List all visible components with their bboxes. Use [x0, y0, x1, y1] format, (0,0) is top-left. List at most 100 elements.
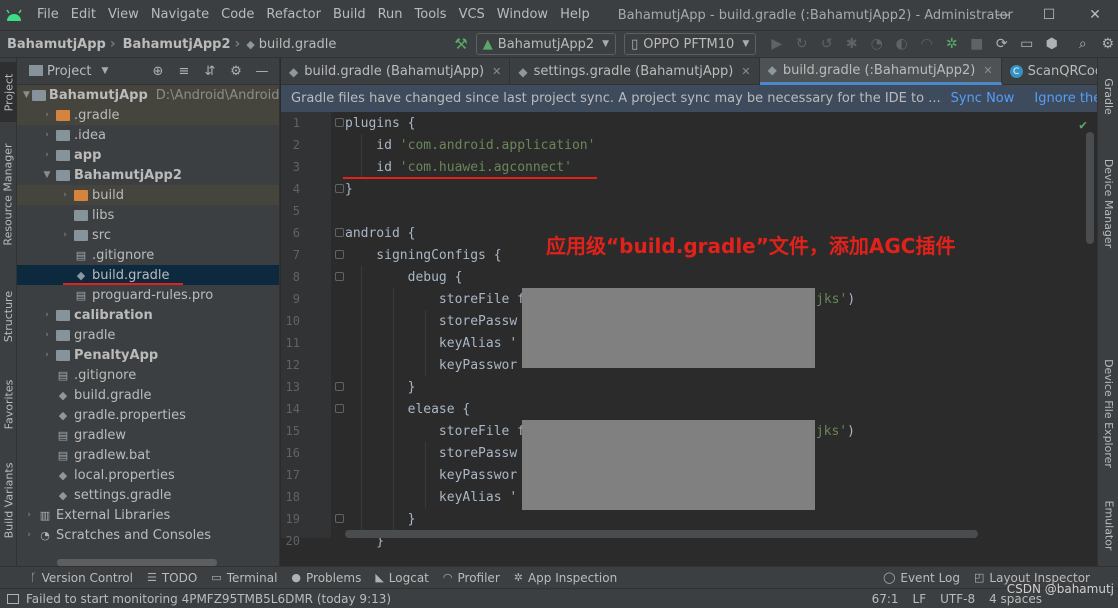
collapse-all-icon[interactable]: ≡ [171, 64, 197, 79]
breadcrumb-module[interactable]: BahamutjApp2 › [116, 36, 241, 52]
editor-horizontal-scrollbar[interactable] [345, 530, 978, 538]
maximize-button[interactable]: ☐ [1026, 0, 1072, 30]
tool-tab-gradle[interactable]: Gradle [1100, 66, 1117, 126]
tool-tab-resource-manager[interactable]: Resource Manager [0, 138, 17, 250]
tree-item[interactable]: ▤ .gitignore [17, 245, 279, 265]
tree-item[interactable]: › gradle [17, 325, 279, 345]
line-separator[interactable]: LF [913, 592, 927, 606]
tool-terminal[interactable]: ▭ Terminal [211, 571, 277, 585]
chevron-right-icon[interactable]: › [41, 110, 53, 120]
tab-settings-gradle[interactable]: ◆ settings.gradle (BahamutjApp) ✕ [510, 58, 760, 85]
tree-item[interactable]: › PenaltyApp [17, 345, 279, 365]
menu-build[interactable]: Build [327, 0, 372, 30]
tab-build-gradle-project[interactable]: ◆ build.gradle (BahamutjApp) ✕ [281, 58, 511, 85]
fold-marker-icon[interactable] [335, 272, 344, 281]
chevron-right-icon[interactable]: › [41, 130, 53, 140]
tree-item[interactable]: › .gradle [17, 105, 279, 125]
editor-vertical-scrollbar[interactable] [1086, 132, 1094, 244]
code-editor[interactable]: 1 plugins {2 id 'com.android.application'… [281, 112, 1097, 549]
close-icon[interactable]: ✕ [741, 65, 750, 78]
fold-marker-icon[interactable] [335, 514, 344, 523]
tool-tab-device-file-explorer[interactable]: Device File Explorer [1100, 348, 1117, 478]
gear-icon[interactable]: ⚙ [223, 64, 249, 79]
device-manager-icon[interactable]: ▭ [1014, 33, 1039, 55]
tool-tab-project[interactable]: Project [0, 62, 17, 122]
menu-help[interactable]: Help [554, 0, 596, 30]
close-window-button[interactable]: ✕ [1072, 0, 1118, 30]
search-icon[interactable]: ⌕ [1070, 33, 1095, 55]
tool-logcat[interactable]: ◣ Logcat [375, 571, 429, 585]
menu-window[interactable]: Window [491, 0, 554, 30]
bug-icon[interactable]: ✲ [939, 33, 964, 55]
menu-navigate[interactable]: Navigate [145, 0, 215, 30]
tree-item[interactable]: › build [17, 185, 279, 205]
tree-item[interactable]: › app [17, 145, 279, 165]
minimize-button[interactable]: — [980, 0, 1026, 30]
tree-item[interactable]: › ◔ Scratches and Consoles [17, 525, 279, 545]
tool-tab-emulator[interactable]: Emulator [1100, 490, 1117, 560]
chevron-down-icon[interactable]: ▼ [41, 170, 53, 180]
status-window-icon[interactable] [7, 593, 19, 604]
tree-item[interactable]: ▼ BahamutjApp2 [17, 165, 279, 185]
breadcrumb-file[interactable]: ◆ build.gradle [240, 37, 336, 52]
menu-run[interactable]: Run [372, 0, 409, 30]
close-icon[interactable]: ✕ [492, 65, 501, 78]
run-config-select[interactable]: ▲ BahamutjApp2 ▼ [475, 33, 617, 55]
tool-profiler[interactable]: ◠ Profiler [443, 571, 500, 585]
debug-icon[interactable]: ✱ [839, 33, 864, 55]
tool-tab-device-manager[interactable]: Device Manager [1100, 153, 1117, 253]
chevron-down-icon[interactable]: ▼ [23, 90, 30, 100]
tree-item[interactable]: › ▥ External Libraries [17, 505, 279, 525]
fold-marker-icon[interactable] [335, 250, 344, 259]
sync-gradle-icon[interactable]: ⟳ [989, 33, 1014, 55]
tree-item[interactable]: ▤ proguard-rules.pro [17, 285, 279, 305]
tree-item[interactable]: › calibration [17, 305, 279, 325]
tree-item[interactable]: ◆ build.gradle [17, 265, 279, 285]
device-select[interactable]: ▯ OPPO PFTM10 ▼ [624, 33, 757, 55]
locate-icon[interactable]: ⊕ [145, 64, 171, 79]
tree-item[interactable]: ▤ .gitignore [17, 365, 279, 385]
fold-marker-icon[interactable] [335, 404, 344, 413]
tree-item[interactable]: ▤ gradlew.bat [17, 445, 279, 465]
tree-item[interactable]: ◆ settings.gradle [17, 485, 279, 505]
tool-tab-build-variants[interactable]: Build Variants [0, 460, 17, 540]
tool-tab-structure[interactable]: Structure [0, 286, 17, 346]
chevron-right-icon[interactable]: › [41, 150, 53, 160]
tree-item[interactable]: ◆ build.gradle [17, 385, 279, 405]
tree-item[interactable]: libs [17, 205, 279, 225]
project-view-select[interactable]: Project [47, 64, 91, 79]
tree-item[interactable]: › src [17, 225, 279, 245]
attach-debugger-icon[interactable]: ◐ [889, 33, 914, 55]
menu-tools[interactable]: Tools [409, 0, 453, 30]
tree-item[interactable]: ▼ BahamutjApp D:\Android\AndroidPr [17, 85, 279, 105]
tab-build-gradle-module[interactable]: ◆ build.gradle (:BahamutjApp2) ✕ [759, 58, 1002, 85]
tool-tab-favorites[interactable]: Favorites [0, 374, 17, 434]
hammer-icon[interactable]: ⚒ [454, 35, 467, 53]
run-icon[interactable]: ▶ [764, 33, 789, 55]
chevron-right-icon[interactable]: › [41, 310, 53, 320]
caret-position[interactable]: 67:1 [872, 592, 899, 606]
ignore-changes-link[interactable]: Ignore these changes [1034, 91, 1097, 106]
sync-now-link[interactable]: Sync Now [951, 91, 1015, 106]
menu-edit[interactable]: Edit [65, 0, 102, 30]
expand-all-icon[interactable]: ⇵ [197, 64, 223, 79]
chevron-down-icon[interactable]: ▼ [101, 66, 108, 76]
menu-vcs[interactable]: VCS [453, 0, 491, 30]
chevron-right-icon[interactable]: › [23, 510, 35, 520]
tree-horizontal-scrollbar[interactable] [57, 559, 217, 566]
fold-marker-icon[interactable] [335, 382, 344, 391]
profile-icon[interactable]: ◔ [864, 33, 889, 55]
tool-todo[interactable]: ☰ TODO [147, 571, 197, 585]
chevron-right-icon[interactable]: › [59, 230, 71, 240]
close-icon[interactable]: ✕ [983, 64, 992, 77]
menu-code[interactable]: Code [215, 0, 260, 30]
chevron-right-icon[interactable]: › [23, 530, 35, 540]
chevron-right-icon[interactable]: › [41, 350, 53, 360]
tool-app-inspection[interactable]: ✲ App Inspection [514, 571, 617, 585]
tool-version-control[interactable]: ᚴ Version Control [30, 571, 133, 585]
hide-panel-icon[interactable]: — [249, 64, 275, 79]
tree-item[interactable]: › .idea [17, 125, 279, 145]
stop-icon[interactable]: ■ [964, 33, 989, 55]
menu-file[interactable]: File [31, 0, 65, 30]
tab-scanqrcode-activity[interactable]: C ScanQRCodeActiv [1002, 58, 1097, 85]
